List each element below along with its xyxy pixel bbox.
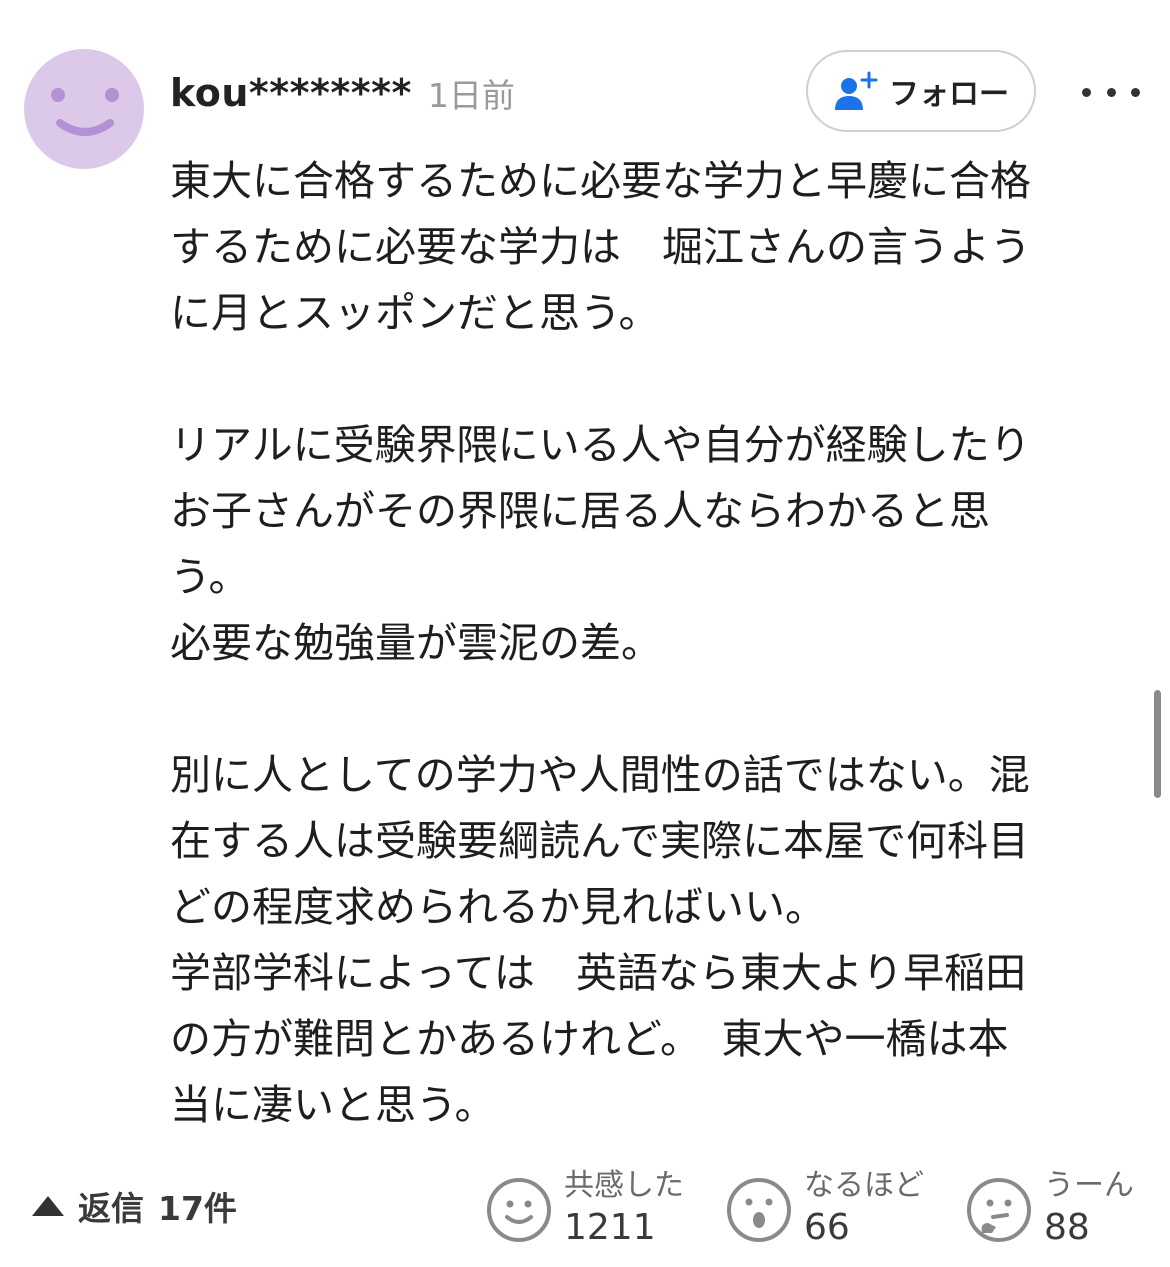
comment-card: kou******** 1日前 フォロー 東大に合格するために必要な学力と早慶に… [0,0,1170,1267]
more-options-icon[interactable] [1078,72,1144,112]
smiley-avatar-icon [51,88,119,136]
comment-header: kou******** 1日前 [170,66,515,120]
body-line: リアルに受験界隈にいる人や自分が経験したり [170,421,1031,469]
body-line: 在する人は受験要綱読んで実際に本屋で何科目 [170,817,1029,865]
reaction-insightful-button[interactable]: なるほど 66 [726,1165,924,1255]
reaction-count: 66 [804,1207,850,1248]
reaction-label: なるほど [804,1168,924,1203]
reaction-empathy-button[interactable]: 共感した 1211 [486,1165,684,1255]
body-line [170,676,1130,742]
reaction-label: 共感した [564,1168,684,1203]
follow-button[interactable]: フォロー [806,50,1036,132]
smile-icon [487,1178,551,1242]
body-line: お子さんがその界隈に居る人ならわかると思 [170,487,990,535]
timestamp: 1日前 [427,76,515,115]
body-line: 必要な勉強量が雲泥の差。 [170,619,662,667]
body-line: 学部学科によっては 英語なら東大より早稲田 [170,949,1027,997]
caret-up-icon [32,1196,64,1216]
reaction-count: 88 [1044,1207,1090,1248]
username[interactable]: kou******** [170,71,412,115]
body-line: 当に凄いと思う。 [170,1081,496,1129]
scrollbar[interactable] [1154,690,1161,798]
avatar[interactable] [24,49,144,169]
dot [1082,87,1091,97]
dot [1106,87,1116,97]
dot [1131,87,1140,97]
reaction-hmm-button[interactable]: うーん 88 [966,1165,1134,1255]
body-line: 東大に合格するために必要な学力と早慶に合格 [170,157,1031,205]
body-line: う。 [170,553,250,601]
body-line: 別に人としての学力や人間性の話ではない。混 [170,751,1030,799]
body-line: するために必要な学力は 堀江さんの言うよう [170,223,1031,271]
body-line: の方が難問とかあるけれど。 東大や一橋は本 [170,1015,1009,1063]
body-line [170,346,1130,412]
surprised-icon [727,1178,791,1242]
body-line: に月とスッポンだと思う。 [170,289,660,337]
body-line: どの程度求められるか見ればいい。 [170,883,826,931]
reaction-label: うーん [1044,1168,1134,1203]
reaction-count: 1211 [564,1207,656,1248]
follow-label: フォロー [889,77,1009,112]
reply-count: 17件 [158,1189,237,1228]
add-user-icon [835,71,878,110]
reply-toggle-button[interactable]: 返信 17件 [30,1180,237,1232]
thinking-icon [967,1178,1031,1242]
reply-label: 返信 [78,1189,144,1228]
comment-body: 東大に合格するために必要な学力と早慶に合格 するために必要な学力は 堀江さんの言… [170,148,1130,1138]
